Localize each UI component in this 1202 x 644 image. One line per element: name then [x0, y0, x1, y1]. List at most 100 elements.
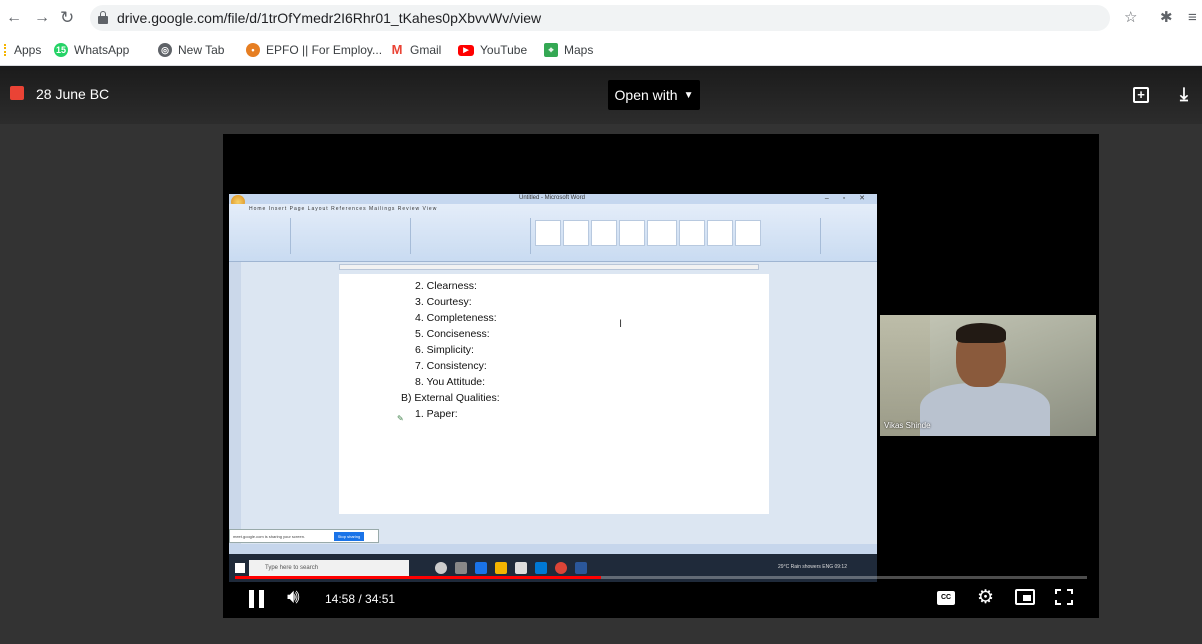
- task-view-icon: [455, 562, 467, 574]
- bookmarks-bar: Apps 15 WhatsApp ◎ New Tab • EPFO || For…: [0, 36, 1202, 66]
- star-icon[interactable]: ☆: [1124, 8, 1137, 28]
- epfo-icon: •: [246, 43, 260, 57]
- text-cursor-icon: I: [619, 318, 623, 330]
- bookmark-label: Apps: [14, 43, 42, 57]
- style-emphasis-icon: [735, 220, 761, 246]
- style-subtle-icon: [707, 220, 733, 246]
- word-status-bar: [229, 544, 877, 554]
- document-line: 5. Conciseness:: [415, 328, 490, 340]
- video-player[interactable]: Untitled - Microsoft Word – ▫ ✕ Home Ins…: [223, 134, 1099, 618]
- ruler: [339, 264, 759, 270]
- youtube-icon: ▶: [458, 44, 474, 56]
- window-controls-icon: – ▫ ✕: [824, 195, 871, 202]
- bookmark-whatsapp[interactable]: 15 WhatsApp: [54, 43, 129, 57]
- bookmark-gmail[interactable]: M Gmail: [390, 42, 442, 58]
- font-group: [291, 218, 411, 254]
- screen-share-notice: meet.google.com is sharing your screen. …: [229, 529, 379, 543]
- reload-icon[interactable]: ↻: [60, 8, 74, 28]
- style-heading1-icon: [591, 220, 617, 246]
- bookmark-label: YouTube: [480, 43, 528, 57]
- document-page: 2. Clearness: 3. Courtesy: 4. Completene…: [339, 274, 769, 514]
- maps-icon: ⌖: [544, 43, 558, 57]
- download-icon[interactable]: ⤓: [1180, 84, 1188, 105]
- webcam-tile: Vikas Shinde: [880, 315, 1096, 436]
- store-icon: [515, 562, 527, 574]
- bookmark-new-tab[interactable]: ◎ New Tab: [158, 43, 224, 57]
- edge-icon: [475, 562, 487, 574]
- video-file-icon: [10, 86, 24, 100]
- browser-toolbar: ← → ↻ drive.google.com/file/d/1trOfYmedr…: [0, 0, 1202, 36]
- share-notice-text: meet.google.com is sharing your screen.: [233, 534, 306, 539]
- globe-icon: ◎: [158, 43, 172, 57]
- bookmark-label: Gmail: [410, 43, 442, 57]
- volume-icon[interactable]: 🔊︎: [287, 586, 300, 609]
- presenter-hair: [956, 323, 1006, 343]
- back-arrow-icon[interactable]: ←: [6, 8, 22, 28]
- chrome-icon: [555, 562, 567, 574]
- url-text: drive.google.com/file/d/1trOfYmedr2I6Rhr…: [117, 10, 542, 26]
- menu-icon[interactable]: ≡: [1188, 8, 1197, 28]
- forward-arrow-icon[interactable]: →: [34, 8, 50, 28]
- word-title-bar: Untitled - Microsoft Word – ▫ ✕: [229, 194, 877, 204]
- miniplayer-icon[interactable]: [1015, 589, 1035, 605]
- document-line: 8. You Attitude:: [415, 376, 486, 388]
- style-no-spacing-icon: [563, 220, 589, 246]
- style-heading2-icon: [619, 220, 645, 246]
- style-subtitle-icon: [679, 220, 705, 246]
- bookmark-maps[interactable]: ⌖ Maps: [544, 43, 593, 57]
- bookmark-label: WhatsApp: [74, 43, 130, 57]
- fullscreen-icon[interactable]: [1055, 589, 1073, 605]
- shared-screen: Untitled - Microsoft Word – ▫ ✕ Home Ins…: [229, 194, 877, 582]
- document-line: 7. Consistency:: [415, 360, 487, 372]
- time-display: 14:58 / 34:51: [325, 592, 396, 606]
- progress-bar[interactable]: [235, 576, 1087, 579]
- document-line: 2. Clearness:: [415, 280, 477, 292]
- lock-icon: [98, 11, 108, 24]
- file-title: 28 June BC: [36, 86, 110, 102]
- captions-icon[interactable]: CC: [937, 591, 955, 605]
- taskbar-search: Type here to search: [249, 560, 409, 576]
- change-styles-group: [765, 218, 821, 254]
- presenter-torso: [920, 383, 1050, 436]
- open-with-button[interactable]: Open with ▼: [608, 80, 700, 110]
- pause-icon[interactable]: [249, 590, 265, 608]
- apps-grid-icon: [4, 44, 8, 56]
- caret-down-icon: ▼: [683, 89, 694, 101]
- style-title-icon: [647, 220, 677, 246]
- file-explorer-icon: [495, 562, 507, 574]
- open-with-label: Open with: [614, 87, 678, 103]
- document-line: B) External Qualities:: [401, 392, 500, 404]
- mail-icon: [535, 562, 547, 574]
- paragraph-group: [411, 218, 531, 254]
- style-normal-icon: [535, 220, 561, 246]
- stop-sharing-button: Stop sharing: [334, 532, 364, 541]
- extensions-puzzle-icon[interactable]: ✱: [1160, 8, 1173, 28]
- bookmark-label: Maps: [564, 43, 594, 57]
- bookmark-apps[interactable]: Apps: [4, 43, 41, 57]
- bookmark-label: EPFO || For Employ...: [266, 43, 383, 57]
- gmail-icon: M: [391, 42, 403, 57]
- document-line: 4. Completeness:: [415, 312, 497, 324]
- add-to-drive-icon[interactable]: +: [1133, 87, 1149, 103]
- document-line: 3. Courtesy:: [415, 296, 472, 308]
- word-ribbon: Home Insert Page Layout References Maili…: [229, 204, 877, 262]
- bookmark-label: New Tab: [178, 43, 225, 57]
- gear-icon[interactable]: ⚙: [977, 586, 994, 609]
- address-bar[interactable]: drive.google.com/file/d/1trOfYmedr2I6Rhr…: [90, 5, 1110, 31]
- system-tray: 29°C Rain showers ENG 09:12: [778, 564, 847, 570]
- participant-name: Vikas Shinde: [884, 421, 931, 430]
- bookmark-youtube[interactable]: ▶ YouTube: [458, 43, 527, 57]
- word-window-title: Untitled - Microsoft Word: [519, 195, 585, 201]
- ribbon-tabs: Home Insert Page Layout References Maili…: [249, 206, 438, 212]
- viewer-header: 28 June BC Open with ▼ + ⤓: [0, 66, 1202, 124]
- progress-fill: [235, 576, 602, 579]
- document-line: 1. Paper:: [415, 408, 458, 420]
- windows-start-icon: [235, 563, 245, 573]
- drive-file-viewer: 28 June BC Open with ▼ + ⤓ Untitled - Mi…: [0, 66, 1202, 644]
- autocorrect-marker-icon: ✎: [397, 414, 404, 423]
- whatsapp-icon: 15: [54, 43, 68, 57]
- word-taskbar-icon: [575, 562, 587, 574]
- clipboard-group: [247, 218, 291, 254]
- cortana-icon: [435, 562, 447, 574]
- bookmark-epfo[interactable]: • EPFO || For Employ...: [246, 43, 382, 57]
